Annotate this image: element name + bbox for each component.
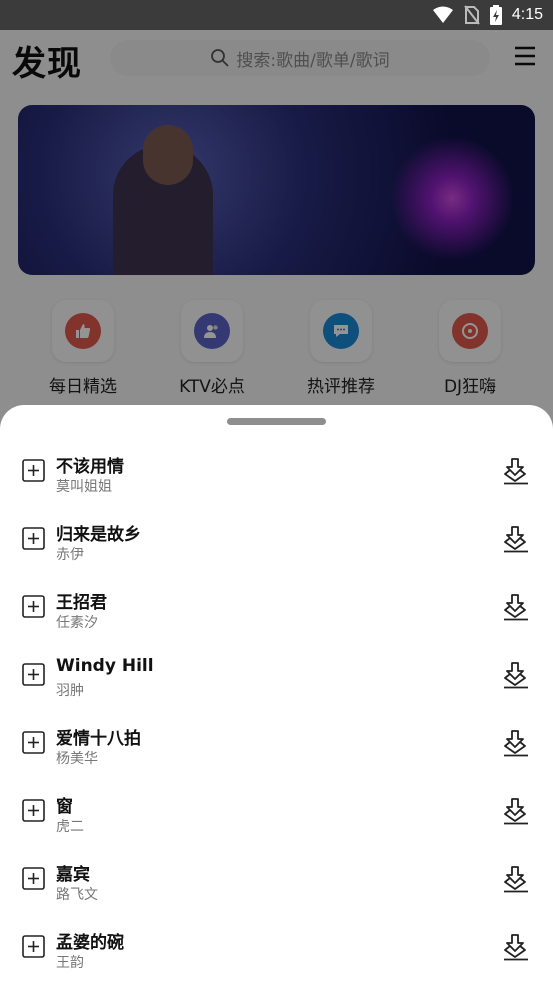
- add-to-playlist-icon[interactable]: [22, 799, 45, 822]
- song-title: 王招君: [56, 593, 107, 613]
- song-artist: 王韵: [56, 955, 84, 971]
- song-list-sheet: 不该用情 莫叫姐姐 归来是故乡 赤伊 王招君 任素汐 Windy Hill 羽肿…: [0, 405, 553, 983]
- song-row[interactable]: 不该用情 莫叫姐姐: [0, 441, 553, 509]
- song-artist: 莫叫姐姐: [56, 479, 112, 495]
- status-bar: 4:15: [0, 0, 553, 30]
- song-title: 孟婆的碗: [56, 933, 124, 953]
- download-icon[interactable]: [503, 933, 529, 961]
- add-to-playlist-icon[interactable]: [22, 867, 45, 890]
- song-artist: 赤伊: [56, 547, 84, 563]
- song-artist: 虎二: [56, 819, 84, 835]
- download-icon[interactable]: [503, 729, 529, 757]
- song-title: 窗: [56, 797, 73, 817]
- song-title: 爱情十八拍: [56, 729, 141, 749]
- song-row[interactable]: 爱情十八拍 杨美华: [0, 713, 553, 781]
- download-icon[interactable]: [503, 525, 529, 553]
- download-icon[interactable]: [503, 457, 529, 485]
- download-icon[interactable]: [503, 661, 529, 689]
- drag-handle[interactable]: [227, 418, 326, 425]
- song-row[interactable]: 嘉宾 路飞文: [0, 849, 553, 917]
- wifi-icon: [432, 6, 453, 23]
- download-icon[interactable]: [503, 593, 529, 621]
- song-row[interactable]: 王招君 任素汐: [0, 577, 553, 645]
- no-sim-icon: [464, 5, 480, 25]
- song-row[interactable]: Windy Hill 羽肿: [0, 645, 553, 713]
- add-to-playlist-icon[interactable]: [22, 595, 45, 618]
- song-row[interactable]: 窗 虎二: [0, 781, 553, 849]
- song-title: 不该用情: [56, 457, 124, 477]
- download-icon[interactable]: [503, 797, 529, 825]
- add-to-playlist-icon[interactable]: [22, 731, 45, 754]
- song-artist: 杨美华: [56, 751, 98, 767]
- add-to-playlist-icon[interactable]: [22, 663, 45, 686]
- add-to-playlist-icon[interactable]: [22, 459, 45, 482]
- song-title: Windy Hill: [56, 656, 154, 676]
- add-to-playlist-icon[interactable]: [22, 935, 45, 958]
- song-row[interactable]: 孟婆的碗 王韵: [0, 917, 553, 985]
- song-title: 嘉宾: [56, 865, 90, 885]
- status-time: 4:15: [511, 6, 543, 23]
- status-icons: 4:15: [432, 5, 543, 25]
- battery-charging-icon: [489, 5, 502, 25]
- song-row[interactable]: 归来是故乡 赤伊: [0, 509, 553, 577]
- song-artist: 任素汐: [56, 615, 98, 631]
- song-title: 归来是故乡: [56, 525, 141, 545]
- song-artist: 路飞文: [56, 887, 98, 903]
- song-artist: 羽肿: [56, 683, 84, 699]
- download-icon[interactable]: [503, 865, 529, 893]
- add-to-playlist-icon[interactable]: [22, 527, 45, 550]
